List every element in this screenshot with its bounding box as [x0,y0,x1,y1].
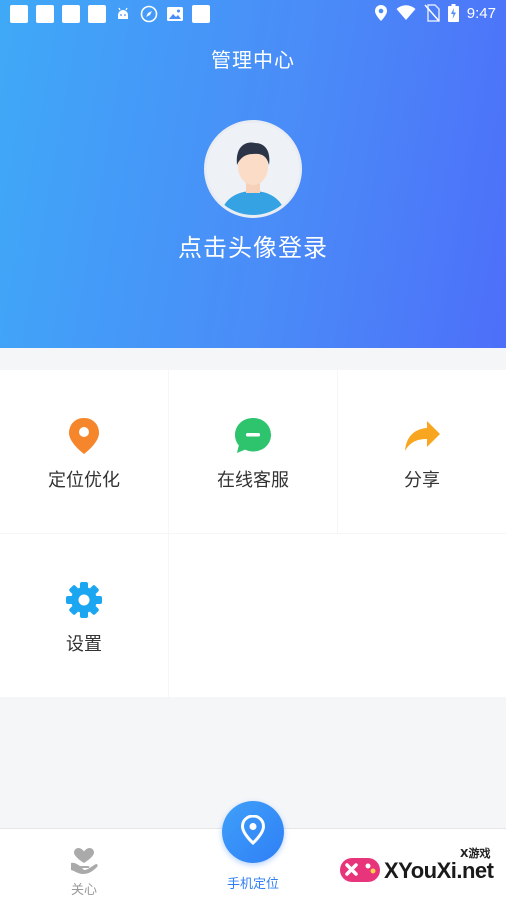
login-prompt[interactable]: 点击头像登录 [0,228,506,263]
notification-square-icon [88,5,106,23]
gear-icon [64,580,104,620]
avatar[interactable] [204,120,302,218]
no-sim-icon [424,4,440,22]
android-icon [114,5,132,23]
watermark-brand: XYouXi.net [384,858,494,883]
notification-square-icon [36,5,54,23]
image-icon [166,5,184,23]
phone-locate-button[interactable] [222,801,284,863]
location-pin-icon [240,814,266,849]
compass-icon [140,5,158,23]
menu-item-label: 定位优化 [48,470,120,491]
menu-item-settings[interactable]: 设置 [0,534,168,697]
menu-item-share[interactable]: 分享 [338,370,506,533]
notification-square-icon [192,5,210,23]
heart-hand-icon [70,847,98,879]
notification-square-icon [10,5,28,23]
header-banner: 9:47 管理中心 点击头像登录 [0,0,506,348]
tab-phone-locate-label[interactable]: 手机定位 [168,873,338,892]
clock-text: 9:47 [466,4,496,22]
battery-charging-icon [447,4,459,22]
page-title: 管理中心 [211,48,295,72]
menu-item-label: 在线客服 [217,470,289,491]
wifi-icon [396,5,416,20]
notification-square-icon [62,5,80,23]
watermark: X游戏 XYouXi.net [336,838,502,898]
menu-empty-cell [169,534,506,697]
share-arrow-icon [402,416,442,456]
location-pin-icon [64,416,104,456]
status-bar: 9:47 [0,0,506,28]
menu-item-location-optimize[interactable]: 定位优化 [0,370,168,533]
menu-item-label: 分享 [404,470,440,491]
tab-label: 关心 [70,883,97,898]
tab-care[interactable]: 关心 [0,829,168,900]
location-icon [374,5,387,21]
gamepad-logo-icon [336,844,384,892]
chat-bubble-icon [233,416,273,456]
menu-item-online-service[interactable]: 在线客服 [169,370,337,533]
menu-item-label: 设置 [66,634,102,655]
